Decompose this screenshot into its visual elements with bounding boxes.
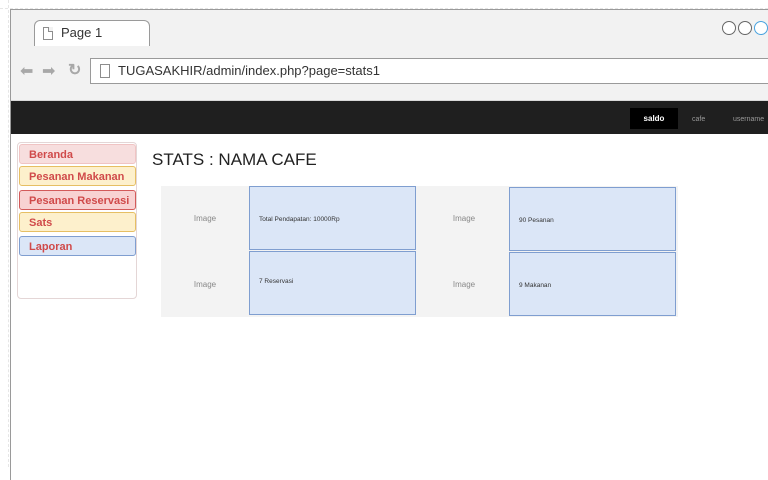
browser-tab[interactable]: Page 1 xyxy=(34,20,150,46)
page-icon xyxy=(43,27,53,40)
sketch-guide-vertical xyxy=(8,0,9,467)
card-image-placeholder: Image xyxy=(421,253,507,316)
stat-card-makanan: 9 Makanan xyxy=(509,252,676,316)
page-title: STATS : NAMA CAFE xyxy=(152,150,317,169)
sidebar-item-pesanan-makanan[interactable]: Pesanan Makanan xyxy=(19,166,136,186)
topbar-item-saldo[interactable]: saldo xyxy=(630,108,678,129)
topbar-item-cafe[interactable]: cafe xyxy=(692,116,705,123)
window-control-circle-icon[interactable] xyxy=(754,21,768,35)
arrow-left-icon[interactable]: ⬅ xyxy=(20,64,33,80)
card-image-placeholder: Image xyxy=(162,253,248,316)
sidebar-item-laporan[interactable]: Laporan xyxy=(19,236,136,256)
url-text: TUGASAKHIR/admin/index.php?page=stats1 xyxy=(118,63,380,78)
window-control-circle-icon[interactable] xyxy=(722,21,736,35)
window-control-circle-icon[interactable] xyxy=(738,21,752,35)
stat-card-pendapatan: Total Pendapatan: 10000Rp xyxy=(249,186,416,250)
address-bar[interactable]: TUGASAKHIR/admin/index.php?page=stats1 xyxy=(90,58,768,84)
stat-card-reservasi: 7 Reservasi xyxy=(249,251,416,315)
arrow-right-icon[interactable]: ➡ xyxy=(42,64,55,80)
sidebar-item-beranda[interactable]: Beranda xyxy=(19,144,136,164)
stat-card-pesanan: 90 Pesanan xyxy=(509,187,676,251)
topbar-item-username[interactable]: username xyxy=(733,116,764,123)
tab-title: Page 1 xyxy=(61,25,103,40)
card-image-placeholder: Image xyxy=(162,187,248,250)
card-image-placeholder: Image xyxy=(421,187,507,250)
page-icon xyxy=(100,64,110,78)
sidebar-item-pesanan-reservasi[interactable]: Pesanan Reservasi xyxy=(19,190,136,210)
reload-icon[interactable]: ↻ xyxy=(68,60,81,80)
sidebar-item-sats[interactable]: Sats xyxy=(19,212,136,232)
